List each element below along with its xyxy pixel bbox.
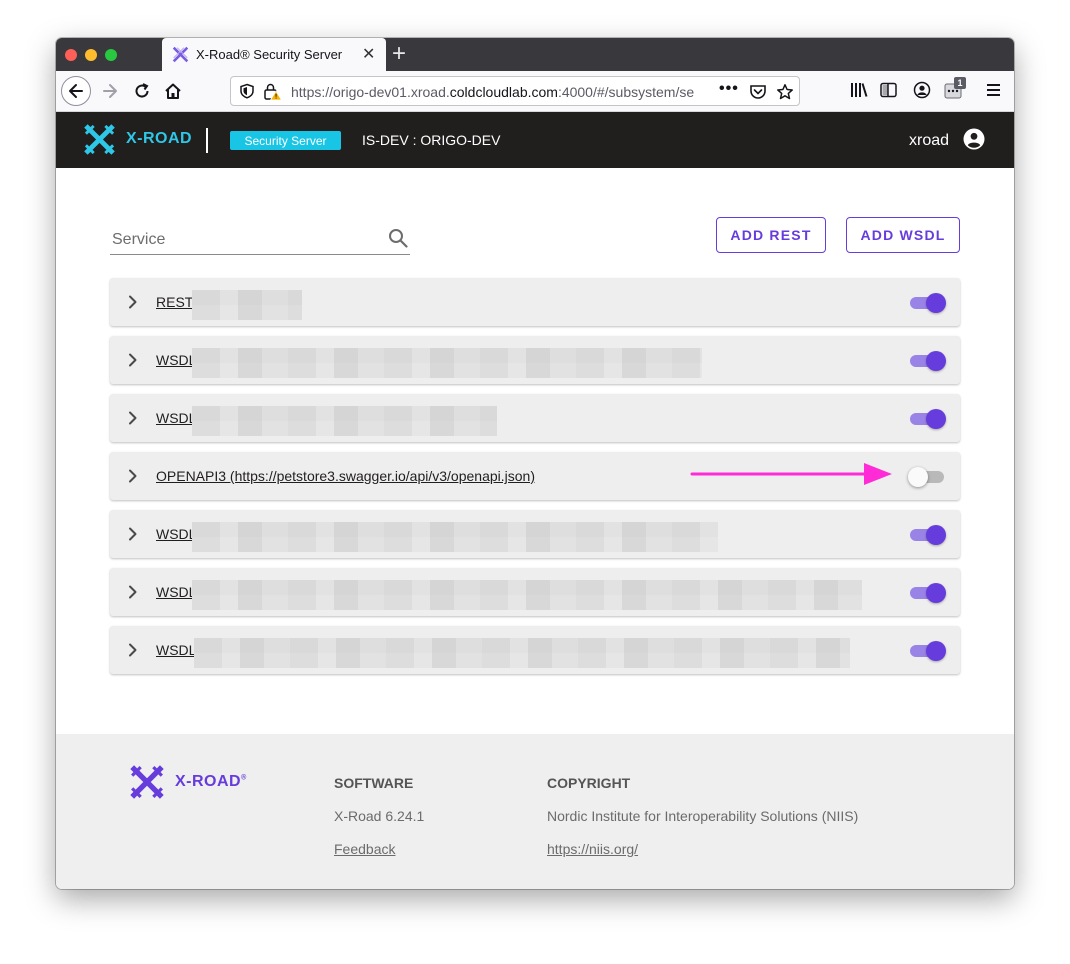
account-icon[interactable] bbox=[913, 81, 931, 99]
toggle-knob bbox=[926, 351, 946, 371]
service-row[interactable]: WSDL bbox=[110, 394, 960, 442]
service-search[interactable] bbox=[110, 224, 410, 255]
reload-button[interactable] bbox=[128, 77, 156, 105]
redacted-url-blur bbox=[192, 406, 497, 436]
insecure-lock-icon[interactable] bbox=[263, 83, 283, 101]
service-name-link[interactable]: WSDL bbox=[156, 526, 196, 542]
xroad-logo-icon[interactable] bbox=[83, 123, 116, 156]
software-heading: SOFTWARE bbox=[334, 775, 414, 791]
chevron-right-icon[interactable] bbox=[126, 642, 140, 658]
zoom-window-button[interactable] bbox=[105, 49, 117, 61]
service-row[interactable]: WSDL bbox=[110, 568, 960, 616]
service-search-input[interactable] bbox=[110, 230, 374, 250]
security-server-badge: Security Server bbox=[230, 131, 341, 150]
toggle-knob bbox=[908, 467, 928, 487]
close-tab-icon[interactable]: ✕ bbox=[362, 44, 375, 64]
brand-name[interactable]: X-ROAD bbox=[126, 130, 192, 148]
service-name-link[interactable]: WSDL bbox=[156, 642, 196, 658]
url-text[interactable]: https://origo-dev01.xroad.coldcloudlab.c… bbox=[291, 84, 715, 100]
service-row[interactable]: WSDL bbox=[110, 626, 960, 674]
feedback-link[interactable]: Feedback bbox=[334, 841, 395, 857]
server-id: IS-DEV : ORIGO-DEV bbox=[362, 132, 501, 148]
back-button[interactable] bbox=[61, 76, 91, 106]
reload-icon bbox=[135, 83, 149, 98]
service-row[interactable]: REST bbox=[110, 278, 960, 326]
tab-title: X-Road® Security Server bbox=[196, 47, 343, 62]
chevron-right-icon[interactable] bbox=[126, 468, 140, 484]
sidebar-icon[interactable] bbox=[880, 82, 897, 98]
footer: X-ROAD® SOFTWARE X-Road 6.24.1 Feedback … bbox=[56, 734, 1014, 889]
chevron-right-icon[interactable] bbox=[126, 584, 140, 600]
username[interactable]: xroad bbox=[909, 132, 949, 150]
app-header: X-ROAD Security Server IS-DEV : ORIGO-DE… bbox=[56, 112, 1014, 168]
extensions-button[interactable]: 1 bbox=[944, 77, 966, 100]
home-icon bbox=[165, 83, 181, 99]
footer-xroad-logo-icon bbox=[130, 765, 164, 799]
footer-brand: X-ROAD® bbox=[175, 773, 247, 790]
service-enable-toggle[interactable] bbox=[908, 640, 948, 661]
toggle-knob bbox=[926, 293, 946, 313]
arrow-right-icon bbox=[103, 84, 117, 98]
redacted-url-blur bbox=[192, 522, 718, 552]
hamburger-menu-icon[interactable] bbox=[986, 83, 1002, 97]
service-enable-toggle[interactable] bbox=[908, 350, 948, 371]
service-enable-toggle[interactable] bbox=[908, 582, 948, 603]
redacted-url-blur bbox=[192, 290, 302, 320]
service-name-link[interactable]: WSDL bbox=[156, 410, 196, 426]
extensions-badge: 1 bbox=[954, 77, 966, 89]
add-wsdl-button[interactable]: ADD WSDL bbox=[846, 217, 960, 253]
service-name-link[interactable]: WSDL bbox=[156, 352, 196, 368]
header-divider bbox=[206, 128, 208, 153]
forward-button[interactable] bbox=[96, 77, 124, 105]
xroad-favicon-icon bbox=[172, 46, 189, 63]
copyright-heading: COPYRIGHT bbox=[547, 775, 631, 791]
service-name-link[interactable]: OPENAPI3 (https://petstore3.swagger.io/a… bbox=[156, 468, 535, 484]
tab-strip: X-Road® Security Server ✕ + bbox=[56, 38, 1014, 71]
organization-text: Nordic Institute for Interoperability So… bbox=[547, 808, 859, 824]
version-text: X-Road 6.24.1 bbox=[334, 808, 425, 824]
chevron-right-icon[interactable] bbox=[126, 294, 140, 310]
service-enable-toggle[interactable] bbox=[908, 466, 948, 487]
niis-link[interactable]: https://niis.org/ bbox=[547, 841, 638, 857]
arrow-left-icon bbox=[69, 84, 83, 98]
chevron-right-icon[interactable] bbox=[126, 352, 140, 368]
chevron-right-icon[interactable] bbox=[126, 410, 140, 426]
shield-icon[interactable] bbox=[239, 83, 255, 99]
browser-window: X-Road® Security Server ✕ + https://orig… bbox=[56, 38, 1014, 889]
new-tab-icon[interactable]: + bbox=[392, 40, 406, 68]
navigation-bar: https://origo-dev01.xroad.coldcloudlab.c… bbox=[56, 71, 1014, 112]
minimize-window-button[interactable] bbox=[85, 49, 97, 61]
services-content: ADD REST ADD WSDL REST WSDL WSDL OPENAPI3 (… bbox=[56, 168, 1014, 734]
bookmark-star-icon[interactable] bbox=[776, 83, 794, 101]
toggle-knob bbox=[926, 641, 946, 661]
service-name-link[interactable]: WSDL bbox=[156, 584, 196, 600]
add-rest-button[interactable]: ADD REST bbox=[716, 217, 826, 253]
toggle-knob bbox=[926, 583, 946, 603]
service-name-link[interactable]: REST bbox=[156, 294, 193, 310]
redacted-url-blur bbox=[192, 580, 862, 610]
close-window-button[interactable] bbox=[65, 49, 77, 61]
service-row[interactable]: WSDL bbox=[110, 336, 960, 384]
library-icon[interactable] bbox=[850, 82, 868, 98]
user-account-icon[interactable] bbox=[963, 128, 985, 150]
service-row[interactable]: WSDL bbox=[110, 510, 960, 558]
service-enable-toggle[interactable] bbox=[908, 524, 948, 545]
address-bar[interactable]: https://origo-dev01.xroad.coldcloudlab.c… bbox=[230, 76, 800, 106]
home-button[interactable] bbox=[159, 77, 187, 105]
service-enable-toggle[interactable] bbox=[908, 292, 948, 313]
toggle-knob bbox=[926, 525, 946, 545]
browser-tab[interactable]: X-Road® Security Server ✕ bbox=[162, 38, 386, 71]
pocket-icon[interactable] bbox=[749, 83, 767, 101]
page-actions-icon[interactable]: ••• bbox=[719, 80, 739, 98]
annotation-arrow-icon bbox=[690, 463, 892, 485]
search-icon[interactable] bbox=[388, 228, 408, 248]
toggle-knob bbox=[926, 409, 946, 429]
redacted-url-blur bbox=[192, 348, 702, 378]
redacted-url-blur bbox=[194, 638, 850, 668]
chevron-right-icon[interactable] bbox=[126, 526, 140, 542]
service-enable-toggle[interactable] bbox=[908, 408, 948, 429]
